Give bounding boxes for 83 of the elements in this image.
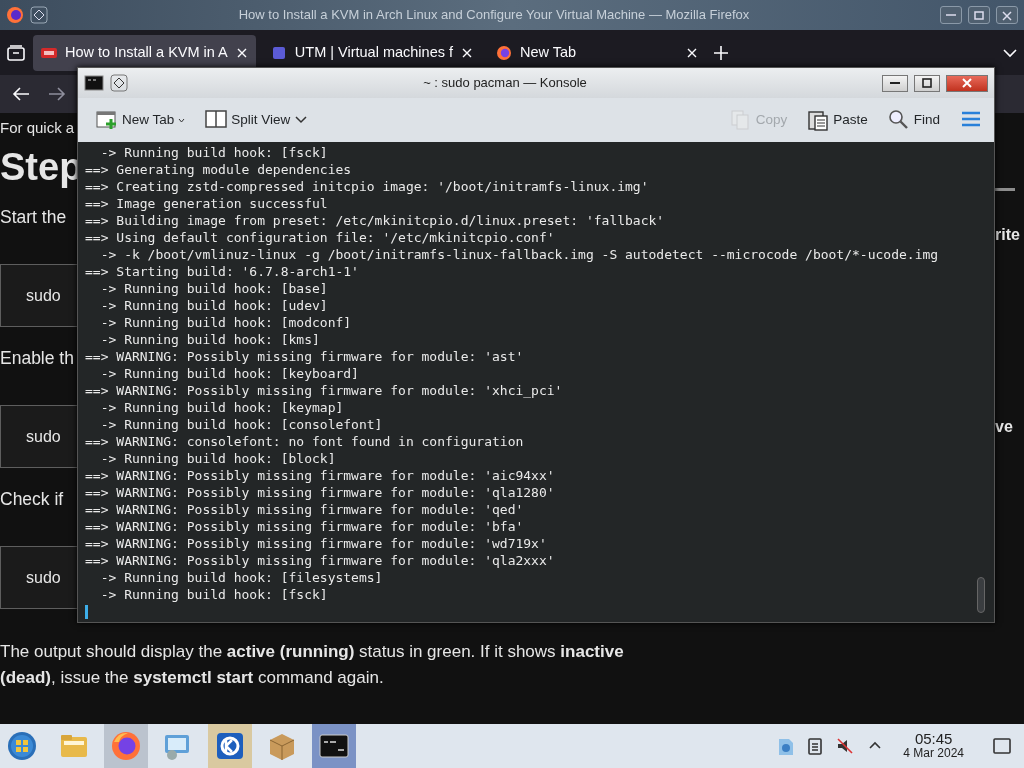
terminal-line: ==> WARNING: Possibly missing firmware for module: 'ast' [85, 348, 525, 365]
terminal-line: ==> WARNING: consolefont: no font found in configuration [85, 433, 525, 450]
terminal-line: -> Running build hook: [consolefont] [99, 416, 384, 433]
terminal-line: ==> Building image from preset: /etc/mkinitcpio.d/linux.preset: 'fallback' [85, 212, 666, 229]
close-icon [960, 77, 974, 89]
minimize-icon [946, 14, 956, 16]
terminal-line: ==> Starting build: '6.7.8-arch1-1' [85, 263, 360, 280]
minimize-icon [890, 82, 900, 84]
terminal-line: -> Running build hook: [kms] [99, 331, 321, 348]
pin-icon[interactable] [30, 6, 48, 24]
terminal-line: ==> Generating module dependencies [85, 161, 353, 178]
sidebar-text: ve [995, 417, 1014, 437]
terminal-line: ==> WARNING: Possibly missing firmware for module: 'wd719x' [85, 535, 548, 552]
close-button[interactable] [946, 74, 988, 92]
terminal-line: ==> WARNING: Possibly missing firmware for module: 'qla1280' [85, 484, 556, 501]
new-tab-icon [96, 109, 118, 131]
window-title: ~ : sudo pacman — Konsole [422, 74, 588, 93]
browser-tab[interactable]: How to Install a KVM in A [33, 34, 256, 71]
maximize-icon [972, 8, 986, 22]
forward-icon[interactable] [48, 86, 66, 102]
minimize-button[interactable] [882, 74, 908, 92]
paste-button[interactable]: Paste [805, 107, 870, 133]
paragraph-text: Enable th [0, 347, 74, 370]
terminal-line: -> Running build hook: [base] [99, 280, 329, 297]
text-cursor [85, 605, 88, 619]
terminal-line: -> Running build hook: [fsck] [99, 144, 329, 161]
paste-icon [807, 109, 830, 131]
close-icon [1000, 8, 1014, 22]
terminal-line: ==> WARNING: Possibly missing firmware for module: 'qla2xxx' [85, 552, 556, 569]
terminal-line: ==> WARNING: Possibly missing firmware for module: 'qed' [85, 501, 525, 518]
terminal-line: ==> Image generation successful [85, 195, 329, 212]
paragraph-text: The output should display the active (running) status in green. If it shows inactive (dead), issue the systemctl start command again. [0, 641, 625, 689]
maximize-button[interactable] [968, 6, 990, 24]
taskbar-button[interactable] [208, 724, 252, 768]
show-desktop-icon[interactable] [992, 737, 1012, 755]
scrollbar-thumb[interactable] [977, 577, 985, 613]
terminal-line: -> Running build hook: [udev] [99, 297, 329, 314]
firefox-icon [496, 44, 512, 61]
firefox-icon[interactable] [6, 6, 24, 24]
paragraph-text: For quick a [0, 118, 75, 138]
terminal-line: ==> WARNING: Possibly missing firmware for module: 'bfa' [85, 518, 525, 535]
code-text: sudo [26, 426, 61, 447]
terminal-line: -> Running build hook: [keyboard] [99, 365, 360, 382]
start-icon [6, 730, 38, 762]
split-view-icon [205, 109, 228, 131]
terminal-line: -> Running build hook: [modconf] [99, 314, 353, 331]
close-icon[interactable] [235, 46, 248, 59]
terminal-icon[interactable] [84, 75, 104, 91]
caret-icon [294, 115, 309, 125]
new-tab-button[interactable]: New Tab [94, 107, 188, 133]
window-title: How to Install a KVM in Arch Linux and Configure Your Virtual Machine — Mozilla Firefox [237, 6, 751, 25]
terminal-line: -> Running build hook: [filesystems] [99, 569, 384, 586]
terminal-line: ==> Creating zstd-compressed initcpio image: '/boot/initramfs-linux.img' [85, 178, 650, 195]
close-button[interactable] [996, 6, 1018, 24]
terminal-line: ==> Using default configuration file: '/etc/mkinitcpio.conf' [85, 229, 556, 246]
maximize-icon [920, 77, 934, 89]
clock[interactable]: 05:45 4 Mar 2024 [903, 732, 964, 760]
search-icon [887, 109, 910, 131]
close-icon[interactable] [461, 46, 473, 59]
taskbar-button[interactable] [312, 724, 356, 768]
pin-icon[interactable] [110, 74, 128, 92]
back-icon[interactable] [12, 86, 30, 102]
terminal-line: -> Running build hook: [fsck] [99, 586, 329, 603]
caret-icon [178, 117, 186, 123]
find-button[interactable]: Find [885, 107, 942, 133]
tab-list-icon[interactable] [6, 42, 26, 63]
paragraph-text: Start the [0, 206, 67, 229]
terminal-line: -> -k /boot/vmlinuz-linux -g /boot/initramfs-linux-fallback.img -S autodetect --microcode /boot/*-ucode.img [99, 246, 940, 263]
sidebar-text: rite [995, 225, 1021, 245]
terminal-line: ==> WARNING: Possibly missing firmware for module: 'xhci_pci' [85, 382, 564, 399]
maximize-button[interactable] [914, 74, 940, 92]
code-text: sudo [26, 285, 61, 306]
terminal-line: ==> WARNING: Possibly missing firmware for module: 'aic94xx' [85, 467, 556, 484]
firefox-icon [110, 730, 142, 762]
new-tab-icon[interactable] [713, 44, 729, 61]
browser-tab[interactable]: UTM | Virtual machines f [262, 34, 481, 71]
paragraph-text: Check if [0, 488, 64, 511]
close-icon[interactable] [686, 46, 698, 59]
split-view-button[interactable]: Split View [203, 107, 311, 133]
square-icon [270, 44, 287, 61]
code-text: sudo [26, 567, 61, 588]
terminal-line: -> Running build hook: [keymap] [99, 399, 345, 416]
terminal-line: -> Running build hook: [block] [99, 450, 337, 467]
